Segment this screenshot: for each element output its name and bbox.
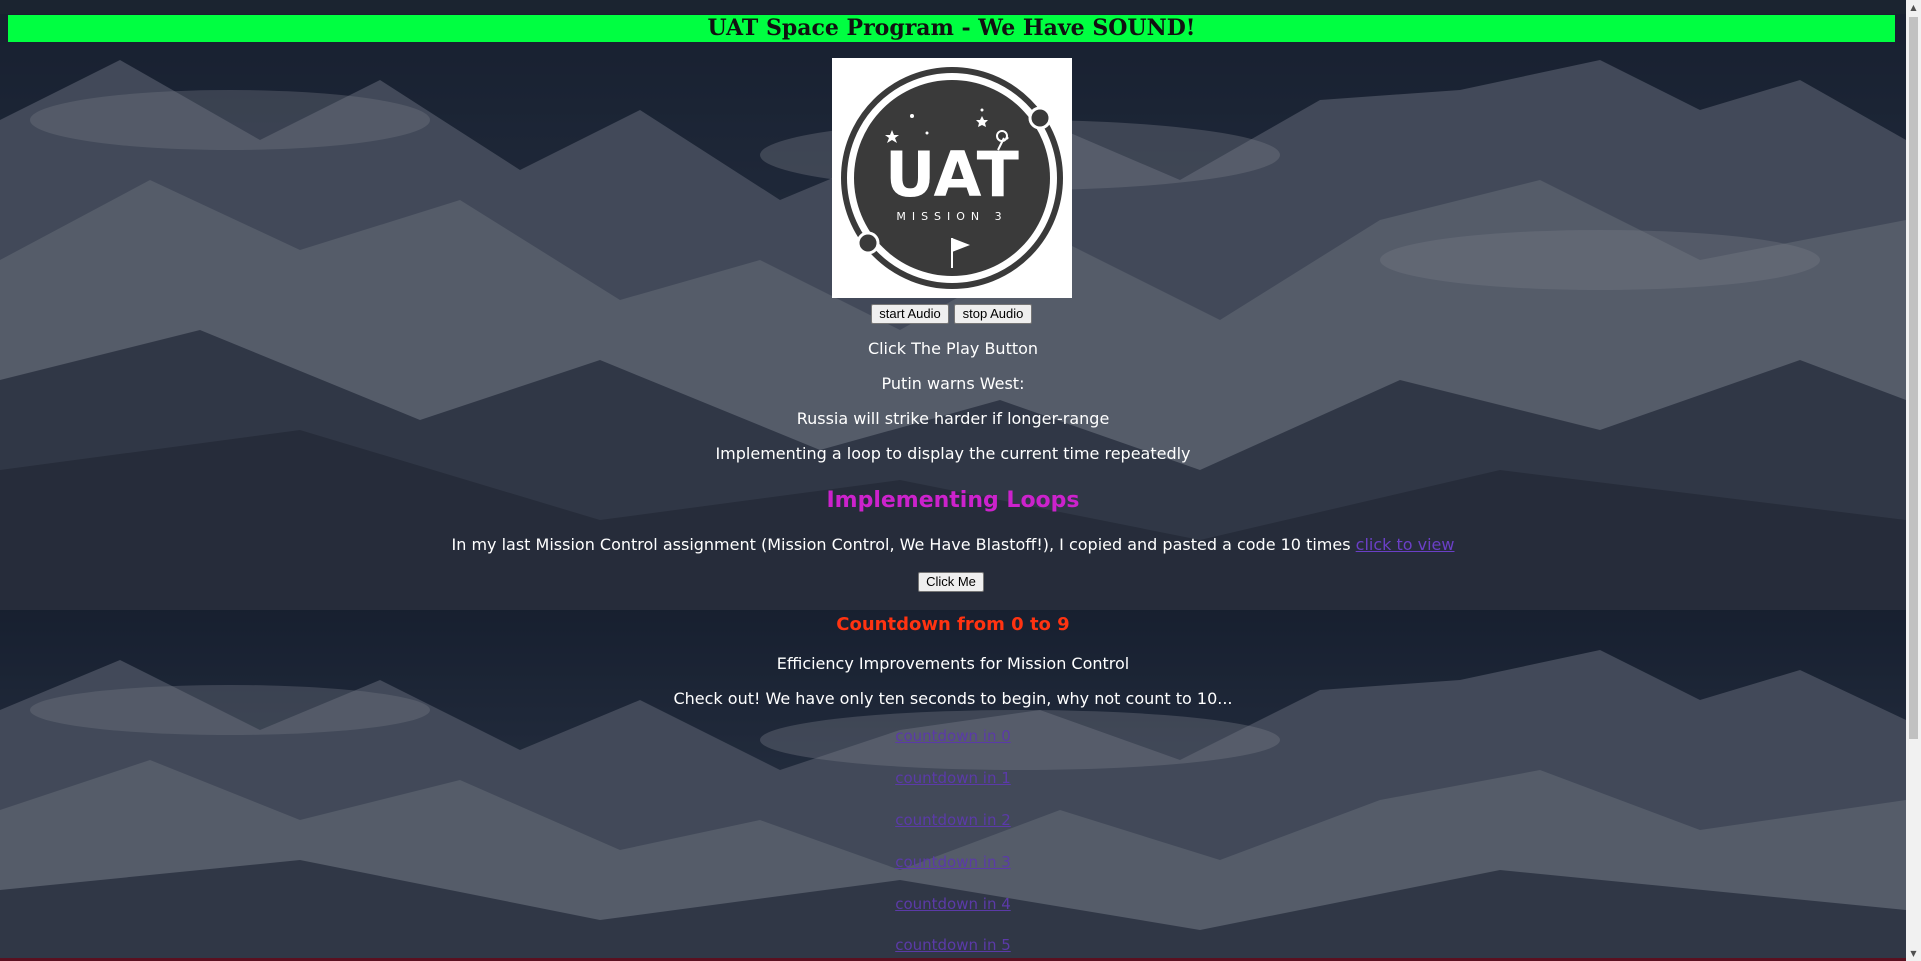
countdown-heading: Countdown from 0 to 9 [836, 614, 1070, 635]
implementing-loops-heading: Implementing Loops [826, 488, 1080, 513]
countdown-link-item: countdown in 5 [0, 936, 1906, 954]
countdown-link-item: countdown in 0 [0, 727, 1906, 745]
stop-audio-button[interactable]: stop Audio [954, 304, 1032, 324]
countdown-link-item: countdown in 4 [0, 895, 1906, 913]
countdown-link-1[interactable]: countdown in 1 [895, 769, 1011, 787]
scrollbar-thumb[interactable] [1909, 17, 1918, 739]
uat-mission-logo: UAT MISSION 3 [832, 58, 1072, 298]
countdown-link-item: countdown in 2 [0, 811, 1906, 829]
scroll-up-arrow-icon[interactable]: ▲ [1906, 0, 1921, 15]
news-headline-1: Putin warns West: [881, 374, 1025, 393]
countdown-link-4[interactable]: countdown in 4 [895, 895, 1011, 913]
efficiency-subheading: Efficiency Improvements for Mission Cont… [776, 654, 1130, 673]
play-hint-text: Click The Play Button [867, 339, 1039, 358]
vertical-scrollbar[interactable]: ▲ ▼ [1906, 0, 1921, 961]
click-to-view-link[interactable]: click to view [1356, 535, 1455, 554]
top-strip [0, 0, 1906, 14]
news-headline-2: Russia will strike harder if longer-rang… [796, 409, 1110, 428]
loop-intro-text: Implementing a loop to display the curre… [715, 444, 1191, 463]
loops-paragraph: In my last Mission Control assignment (M… [0, 535, 1906, 554]
countdown-link-item: countdown in 1 [0, 769, 1906, 787]
start-audio-button[interactable]: start Audio [871, 304, 949, 324]
logo-sub-text: MISSION 3 [896, 210, 1007, 223]
click-me-button[interactable]: Click Me [918, 572, 984, 592]
countdown-link-3[interactable]: countdown in 3 [895, 853, 1011, 871]
countdown-intro: Check out! We have only ten seconds to b… [673, 689, 1233, 708]
countdown-link-5[interactable]: countdown in 5 [895, 936, 1011, 954]
loops-paragraph-text: In my last Mission Control assignment (M… [451, 535, 1351, 554]
countdown-link-item: countdown in 3 [0, 853, 1906, 871]
countdown-link-0[interactable]: countdown in 0 [895, 727, 1011, 745]
page-title-banner: UAT Space Program - We Have SOUND! [8, 15, 1895, 42]
countdown-link-2[interactable]: countdown in 2 [895, 811, 1011, 829]
scroll-down-arrow-icon[interactable]: ▼ [1906, 946, 1921, 961]
uat-logo-icon: UAT MISSION 3 [841, 67, 1063, 289]
